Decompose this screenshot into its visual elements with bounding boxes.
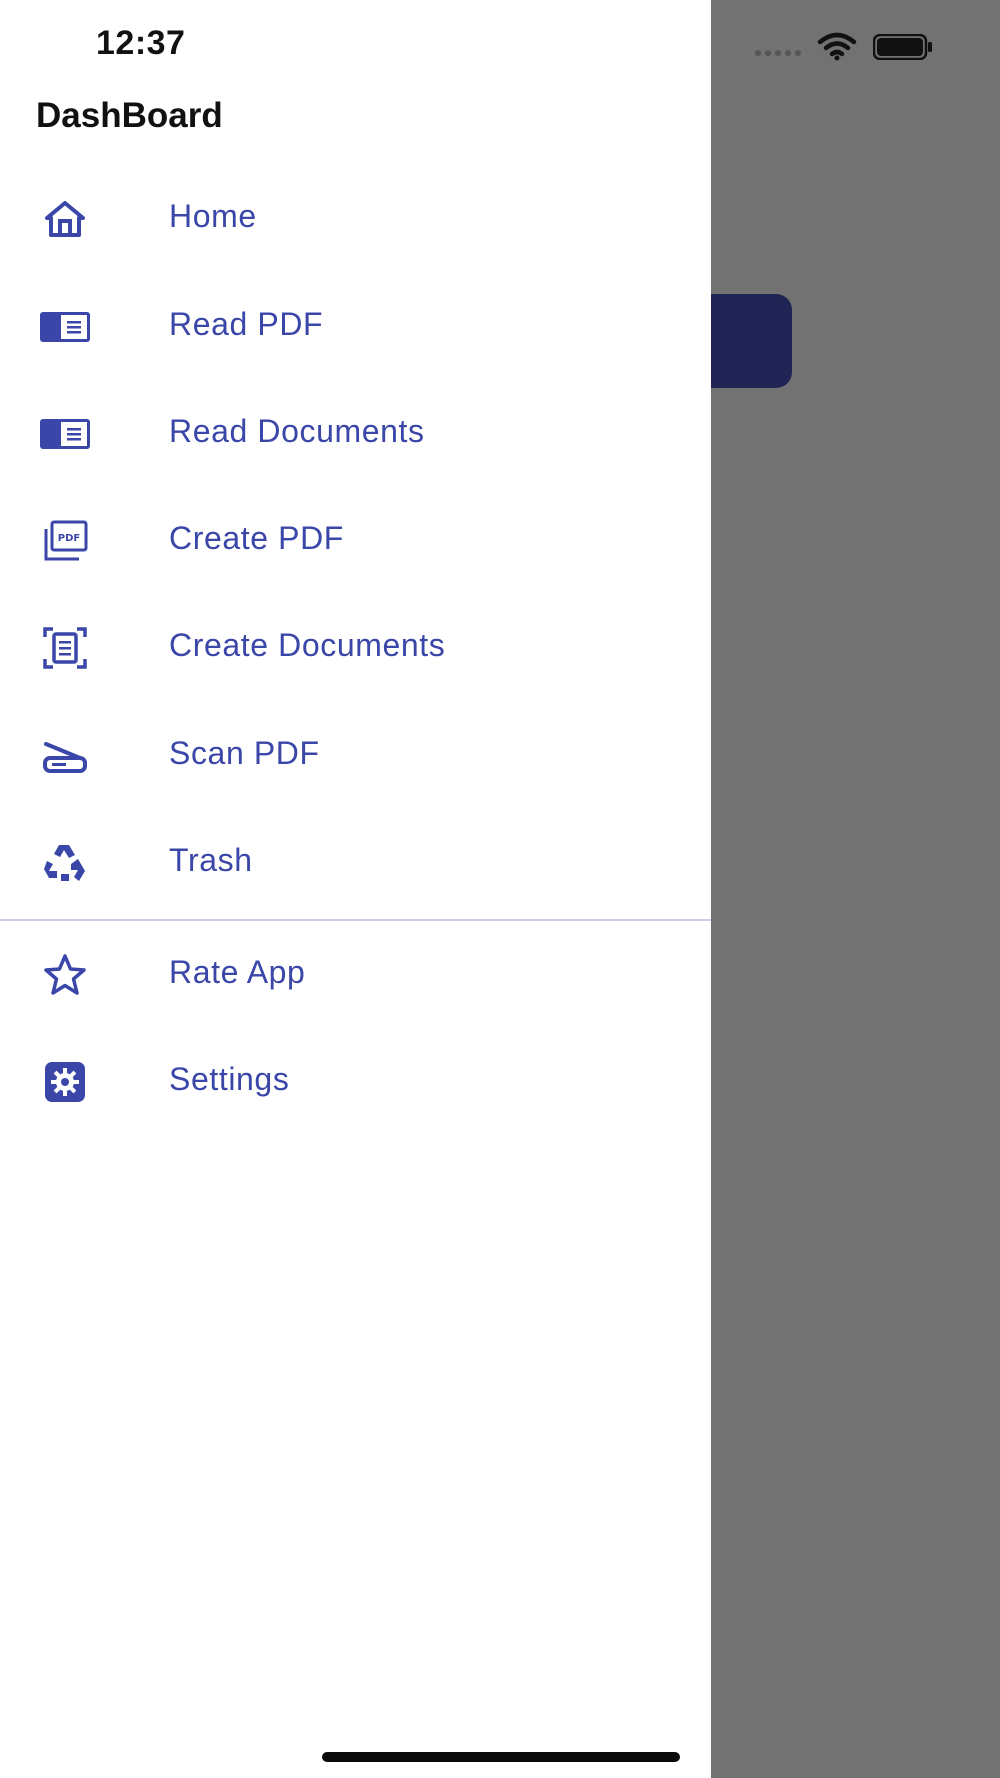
book-icon	[36, 411, 94, 457]
menu-item-scan-pdf[interactable]: Scan PDF	[0, 706, 711, 806]
menu-item-create-documents[interactable]: Create Documents	[0, 598, 711, 698]
signal-strength-icon	[755, 50, 805, 56]
wifi-icon	[817, 32, 857, 62]
menu-item-label: Rate App	[169, 954, 306, 990]
menu-item-label: Read PDF	[169, 306, 324, 342]
menu-item-label: Read Documents	[169, 413, 425, 449]
gear-icon	[36, 1059, 94, 1105]
status-time: 12:37	[96, 24, 186, 62]
scanner-icon	[36, 733, 94, 779]
drawer-title: DashBoard	[36, 96, 223, 135]
menu-item-settings[interactable]: Settings	[0, 1032, 711, 1132]
pdf-icon: PDF	[36, 518, 94, 564]
document-scan-icon	[36, 625, 94, 671]
menu-item-label: Trash	[169, 842, 253, 878]
star-icon	[36, 952, 94, 998]
menu-item-label: Home	[169, 198, 257, 234]
recycle-icon	[36, 840, 94, 886]
navigation-drawer: 12:37 DashBoard Home Read PDF Read Docum…	[0, 0, 711, 1778]
menu-item-read-pdf[interactable]: Read PDF	[0, 277, 711, 377]
menu-item-read-documents[interactable]: Read Documents	[0, 384, 711, 484]
menu-item-label: Create PDF	[169, 520, 344, 556]
menu-item-rate-app[interactable]: Rate App	[0, 925, 711, 1025]
home-icon	[36, 196, 94, 242]
battery-icon	[872, 33, 933, 61]
menu-item-label: Create Documents	[169, 627, 446, 663]
status-bar-indicators	[755, 30, 945, 66]
menu-divider	[0, 919, 711, 921]
menu-item-label: Settings	[169, 1061, 290, 1097]
menu-item-create-pdf[interactable]: PDF Create PDF	[0, 491, 711, 591]
menu-item-trash[interactable]: Trash	[0, 813, 711, 913]
svg-text:PDF: PDF	[58, 533, 80, 544]
home-indicator[interactable]	[322, 1752, 680, 1762]
menu-item-home[interactable]: Home	[0, 169, 711, 269]
book-icon	[36, 304, 94, 350]
menu-item-label: Scan PDF	[169, 735, 320, 771]
